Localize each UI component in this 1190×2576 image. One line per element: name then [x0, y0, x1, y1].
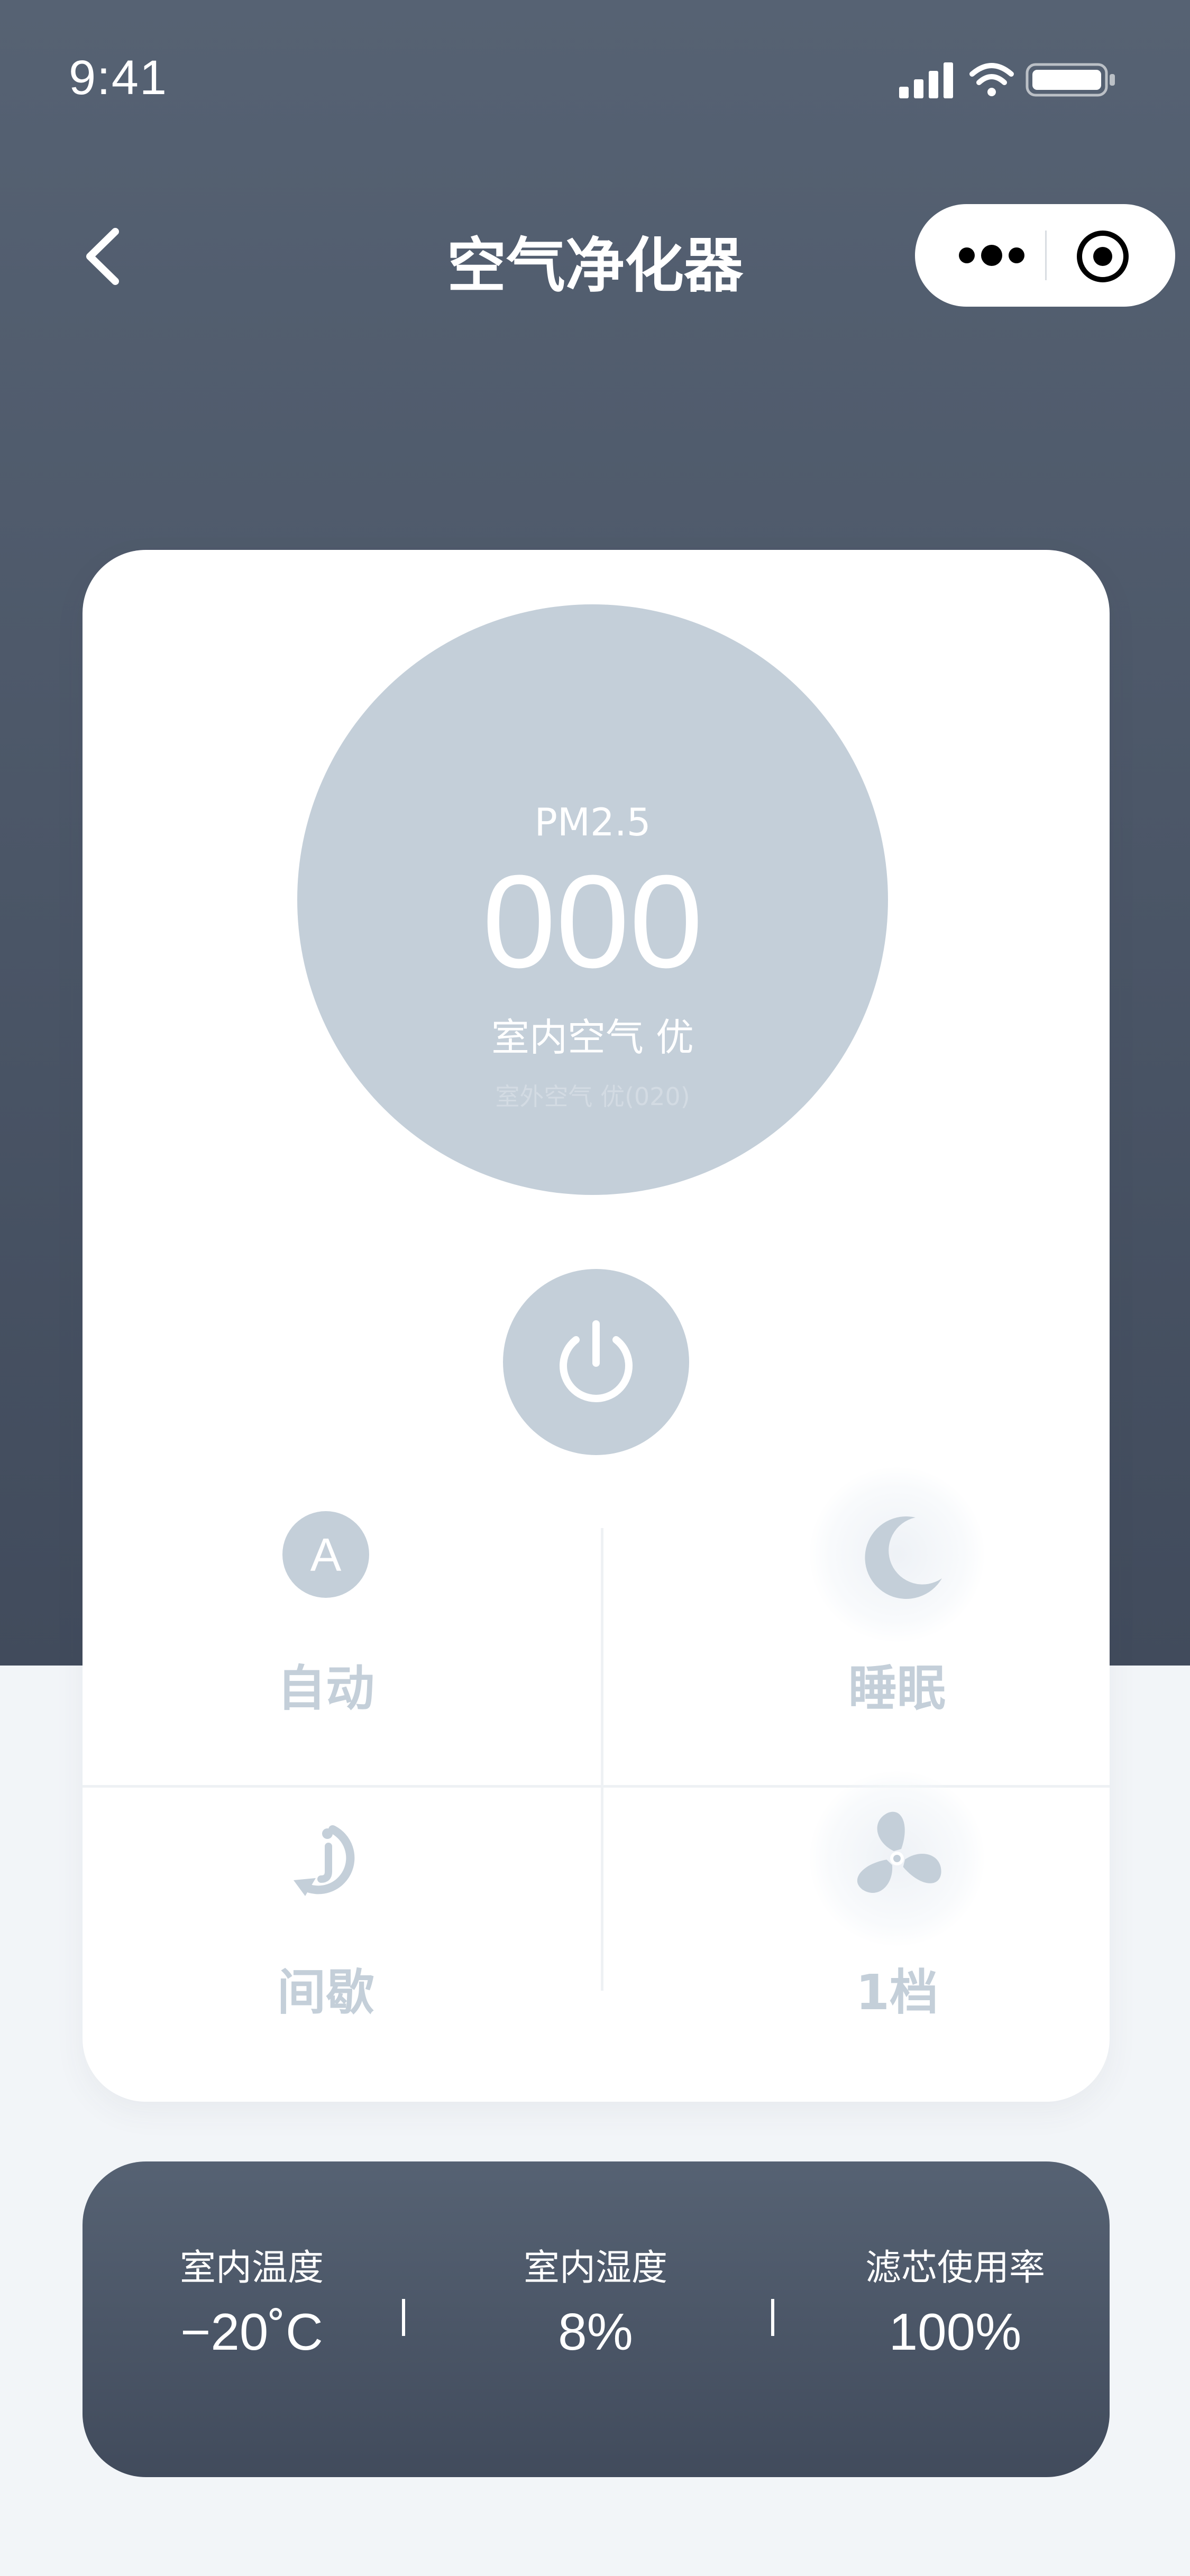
status-time: 9:41: [69, 51, 168, 105]
stat-value: 100%: [889, 2303, 1022, 2361]
pm25-gauge: PM2.5 000 室内空气 优 室外空气 优(020): [297, 604, 888, 1195]
indoor-air-quality: 室内空气 优: [491, 1015, 694, 1060]
stats-card: 室内温度 −20˚C 室内湿度 8% 滤芯使用率 100%: [83, 2161, 1110, 2477]
battery-icon: [1026, 63, 1115, 97]
mode-interval[interactable]: 间歇: [215, 1771, 437, 2023]
cellular-signal-icon: [899, 62, 953, 98]
auto-icon: A: [282, 1511, 369, 1598]
svg-text:A: A: [310, 1529, 342, 1581]
stat-indoor-temperature: 室内温度 −20˚C: [114, 2238, 389, 2362]
status-bar: 9:41: [0, 0, 1190, 153]
mode-fan-speed[interactable]: 1档: [786, 1771, 1008, 2023]
stat-label: 室内温度: [179, 2247, 324, 2289]
mini-program-capsule: [915, 204, 1175, 307]
stat-divider: [771, 2299, 774, 2336]
outdoor-air-quality: 室外空气 优(020): [495, 1082, 690, 1111]
capsule-divider: [1045, 231, 1047, 280]
stat-label: 滤芯使用率: [865, 2247, 1045, 2289]
mode-auto-label: 自动: [277, 1660, 374, 1717]
grid-divider-vertical: [601, 1528, 603, 1991]
mode-interval-label: 间歇: [277, 1964, 374, 2021]
wifi-icon: [969, 63, 1014, 96]
more-button[interactable]: [952, 237, 1031, 274]
target-icon: [1077, 231, 1129, 282]
stat-indoor-humidity: 室内湿度 8%: [458, 2238, 733, 2362]
mode-fan-speed-label: 1档: [855, 1964, 938, 2021]
more-icon: [959, 245, 1024, 266]
pm25-label: PM2.5: [534, 800, 651, 844]
control-card: PM2.5 000 室内空气 优 室外空气 优(020) A 自动 睡眠 间歇 …: [83, 550, 1110, 2102]
pm25-value: 000: [482, 848, 703, 995]
timer-icon: [294, 1825, 355, 1896]
status-icons: [899, 59, 1127, 99]
stat-label: 室内湿度: [523, 2247, 667, 2289]
mode-sleep-label: 睡眠: [848, 1660, 946, 1717]
stat-value: −20˚C: [180, 2303, 323, 2361]
stat-value: 8%: [558, 2303, 633, 2361]
moon-icon: [865, 1516, 942, 1599]
fan-icon: [857, 1811, 941, 1893]
power-icon: [560, 1320, 633, 1402]
mode-auto[interactable]: A 自动: [215, 1467, 437, 1719]
close-button[interactable]: [1074, 227, 1132, 286]
mode-sleep[interactable]: 睡眠: [786, 1467, 1008, 1719]
power-button[interactable]: [503, 1269, 689, 1455]
stat-filter-usage: 滤芯使用率 100%: [818, 2238, 1093, 2362]
stat-divider: [402, 2299, 405, 2336]
